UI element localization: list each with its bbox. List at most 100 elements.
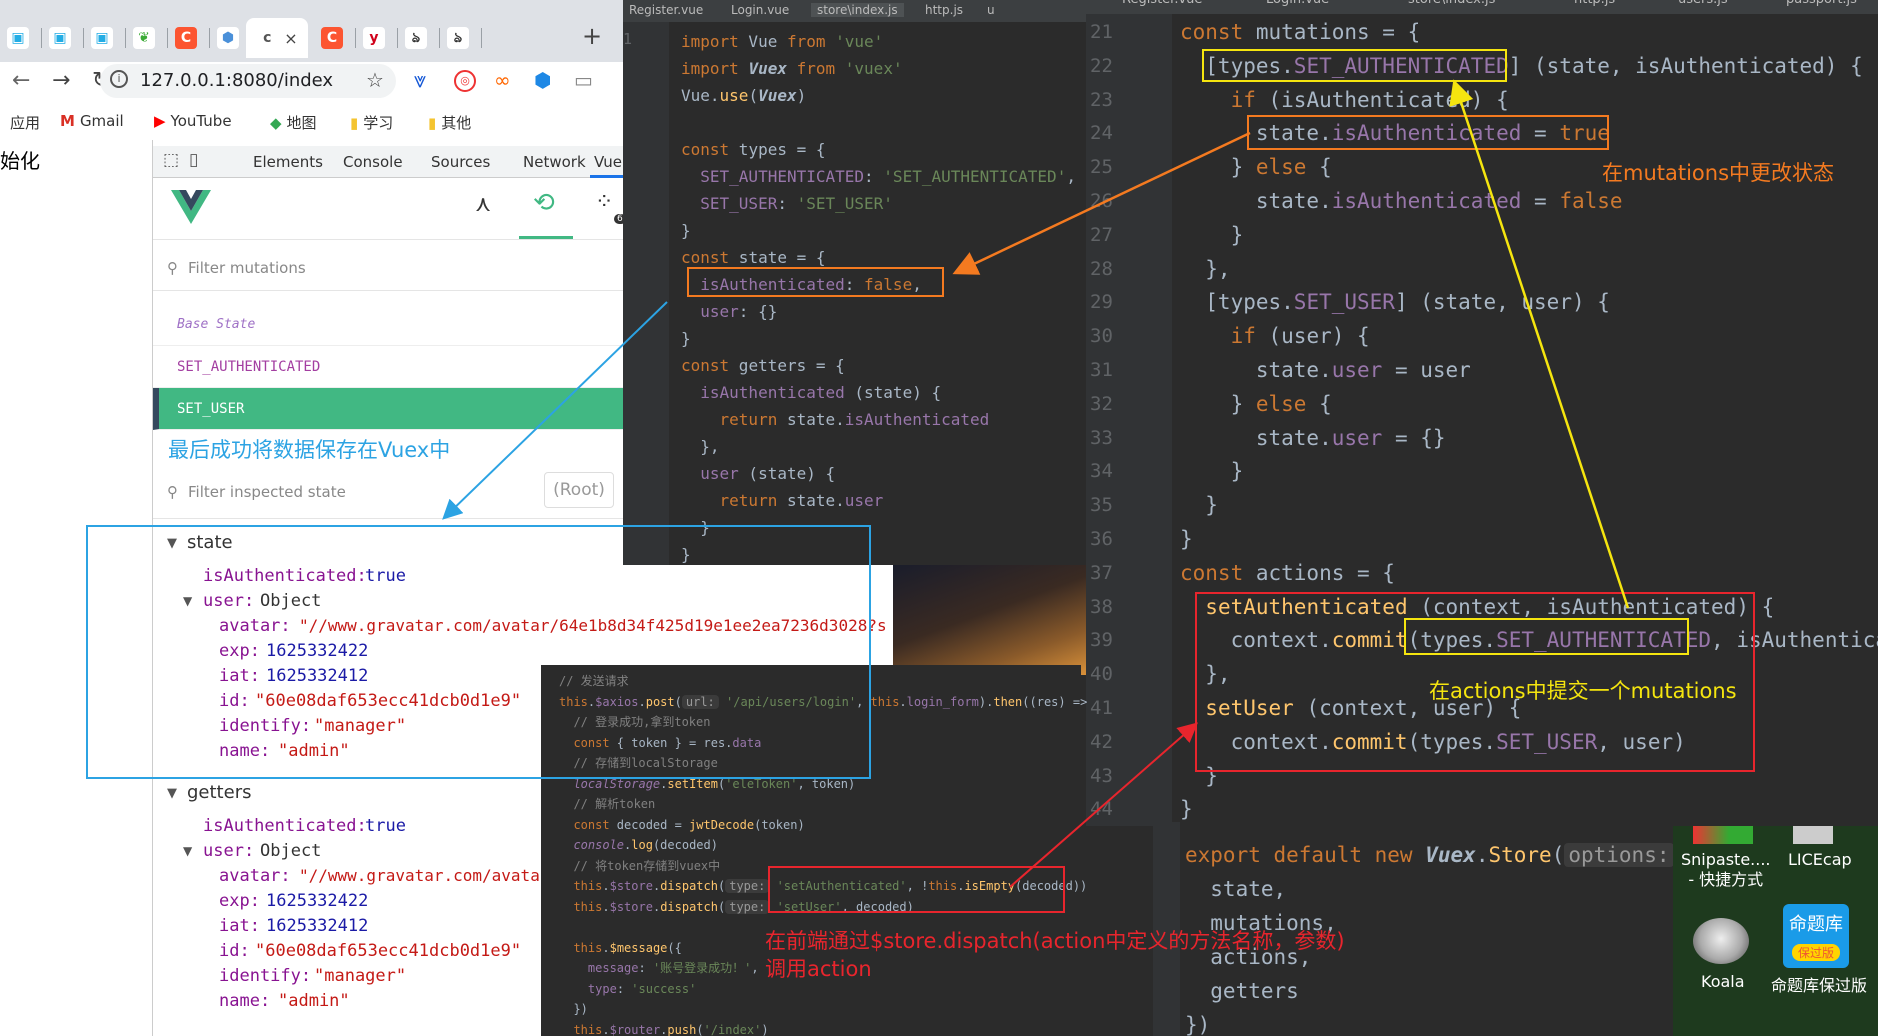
- bookmark-label: 地图: [286, 114, 317, 132]
- bookmark-item[interactable]: ▮ 学习: [350, 112, 393, 133]
- mutation-item-selected[interactable]: SET_USER: [153, 388, 623, 430]
- close-icon[interactable]: ×: [284, 29, 297, 48]
- editor-tab[interactable]: Register.vue: [1122, 0, 1202, 7]
- getter-value: 1625332422: [266, 891, 369, 911]
- koala-icon[interactable]: [1693, 918, 1749, 964]
- line-number: 29: [1090, 291, 1113, 314]
- browser-tab[interactable]: ▣: [78, 18, 126, 58]
- caret-down-icon[interactable]: ▼: [183, 844, 192, 858]
- mutation-label: SET_AUTHENTICATED: [177, 358, 321, 375]
- browser-tab[interactable]: c ×: [246, 18, 308, 58]
- extension-icon[interactable]: ▭: [574, 68, 593, 92]
- vuex-history-icon[interactable]: ⟲: [533, 188, 555, 218]
- browser-tab[interactable]: ঌ: [434, 18, 482, 58]
- browser-tab[interactable]: C: [162, 18, 210, 58]
- device-toolbar-icon[interactable]: ▯: [189, 150, 198, 170]
- devtools-tab[interactable]: Network: [523, 153, 586, 171]
- inspect-icon[interactable]: ⬚: [163, 150, 179, 170]
- editor-tab[interactable]: Register.vue: [629, 3, 703, 17]
- extension-icon[interactable]: ◎: [454, 70, 476, 92]
- bookmark-label: YouTube: [170, 112, 232, 130]
- bookmark-star-icon[interactable]: ☆: [366, 68, 384, 92]
- mutation-item[interactable]: SET_AUTHENTICATED: [153, 346, 623, 388]
- desktop-icon-label[interactable]: Snipaste.... - 快捷方式: [1681, 850, 1771, 890]
- bookmark-label: 应用: [10, 114, 41, 132]
- base-state-item[interactable]: Base State: [153, 304, 623, 346]
- devtools-tab[interactable]: Sources: [431, 153, 490, 171]
- search-icon: ⚲: [167, 259, 178, 277]
- licecap-icon[interactable]: [1793, 826, 1833, 844]
- getter-key: user:: [203, 841, 255, 861]
- editor-tab[interactable]: u: [987, 3, 995, 17]
- address-bar[interactable]: i 127.0.0.1:8080/index ☆: [100, 64, 396, 98]
- line-number: 22: [1090, 54, 1113, 77]
- gutter: [623, 22, 669, 565]
- line-number: 37: [1090, 561, 1113, 584]
- components-icon[interactable]: ⋏: [475, 192, 491, 217]
- line-number: 36: [1090, 528, 1113, 550]
- line-number: 41: [1090, 697, 1113, 719]
- browser-tab[interactable]: ▣: [36, 18, 84, 58]
- desktop-icon-label[interactable]: LICEcap: [1788, 850, 1852, 869]
- line-number: 27: [1090, 223, 1113, 246]
- bookmark-item[interactable]: ▮ 其他: [428, 112, 471, 133]
- question-bank-icon[interactable]: 命题库 保过版: [1783, 904, 1849, 968]
- editor-tab[interactable]: users.js: [1678, 0, 1728, 7]
- devtools-tab[interactable]: Elements: [253, 153, 323, 171]
- highlight-box: [687, 267, 944, 297]
- bookmark-item[interactable]: ◆ 地图: [270, 112, 317, 133]
- browser-tab[interactable]: ⬢: [204, 18, 252, 58]
- getter-key: iat:: [219, 916, 260, 936]
- root-selector[interactable]: (Root): [544, 472, 614, 508]
- line-number: 31: [1090, 359, 1113, 381]
- editor-tab[interactable]: Login.vue: [1266, 0, 1329, 7]
- bookmark-item[interactable]: ▶ YouTube: [154, 112, 232, 130]
- editor-tab[interactable]: store\index.js: [1408, 0, 1495, 7]
- line-number: 21: [1090, 21, 1113, 43]
- line-number: 39: [1090, 629, 1113, 652]
- leaf-icon: ❦: [133, 27, 155, 49]
- caret-down-icon[interactable]: ▼: [167, 786, 177, 801]
- getter-value: "//www.gravatar.com/avatar: [299, 866, 550, 885]
- forward-icon[interactable]: →: [52, 68, 70, 93]
- editor-tab[interactable]: store\index.js: [811, 3, 904, 17]
- editor-tab[interactable]: Login.vue: [731, 3, 789, 17]
- events-badge: 6: [614, 214, 623, 224]
- back-icon[interactable]: ←: [12, 68, 30, 93]
- line-number: 23: [1090, 88, 1113, 111]
- line-number: 44: [1090, 798, 1113, 821]
- browser-tab[interactable]: C: [308, 18, 356, 58]
- bookmark-item[interactable]: 应用: [10, 112, 40, 133]
- getter-key: exp:: [219, 891, 260, 911]
- info-icon[interactable]: i: [110, 70, 128, 88]
- extension-icon[interactable]: ∞: [494, 68, 511, 92]
- bookmark-item[interactable]: M Gmail: [60, 112, 124, 130]
- filter-mutations-input[interactable]: Filter mutations: [188, 259, 306, 277]
- browser-tab[interactable]: ঌ: [392, 18, 440, 58]
- line-number: 33: [1090, 426, 1113, 449]
- search-icon: ⚲: [167, 483, 178, 501]
- getter-value: "60e08daf653ecc41dcb0d1e9": [255, 941, 522, 961]
- line-number: 38: [1090, 595, 1113, 618]
- browser-tab[interactable]: ❦: [120, 18, 168, 58]
- highlight-box: [1247, 115, 1609, 150]
- filter-mutations-bar[interactable]: ⚲ Filter mutations: [153, 246, 623, 290]
- new-tab-icon[interactable]: +: [582, 22, 602, 50]
- devtools-tab[interactable]: Vue: [594, 153, 622, 171]
- filter-state-input[interactable]: Filter inspected state: [188, 483, 346, 501]
- desktop-icon-label[interactable]: Koala: [1701, 972, 1745, 991]
- page-text: 始化: [0, 149, 40, 173]
- extension-icon[interactable]: ⬢: [534, 68, 551, 92]
- desktop-icon-label[interactable]: 命题库保过版: [1771, 972, 1867, 996]
- editor-tab[interactable]: http.js: [925, 3, 963, 17]
- editor-tab[interactable]: http.js: [1574, 0, 1615, 7]
- devtools-tab[interactable]: Console: [343, 153, 403, 171]
- browser-tab[interactable]: y: [350, 18, 398, 58]
- events-icon[interactable]: ⁘: [595, 190, 613, 215]
- line-number: 1: [623, 30, 633, 48]
- editor-tab[interactable]: passport.js: [1786, 0, 1857, 7]
- csdn-icon: C: [175, 27, 197, 49]
- extension-icon[interactable]: ⩔: [414, 68, 426, 93]
- getter-value: true: [365, 816, 406, 836]
- snipaste-icon[interactable]: [1693, 826, 1753, 844]
